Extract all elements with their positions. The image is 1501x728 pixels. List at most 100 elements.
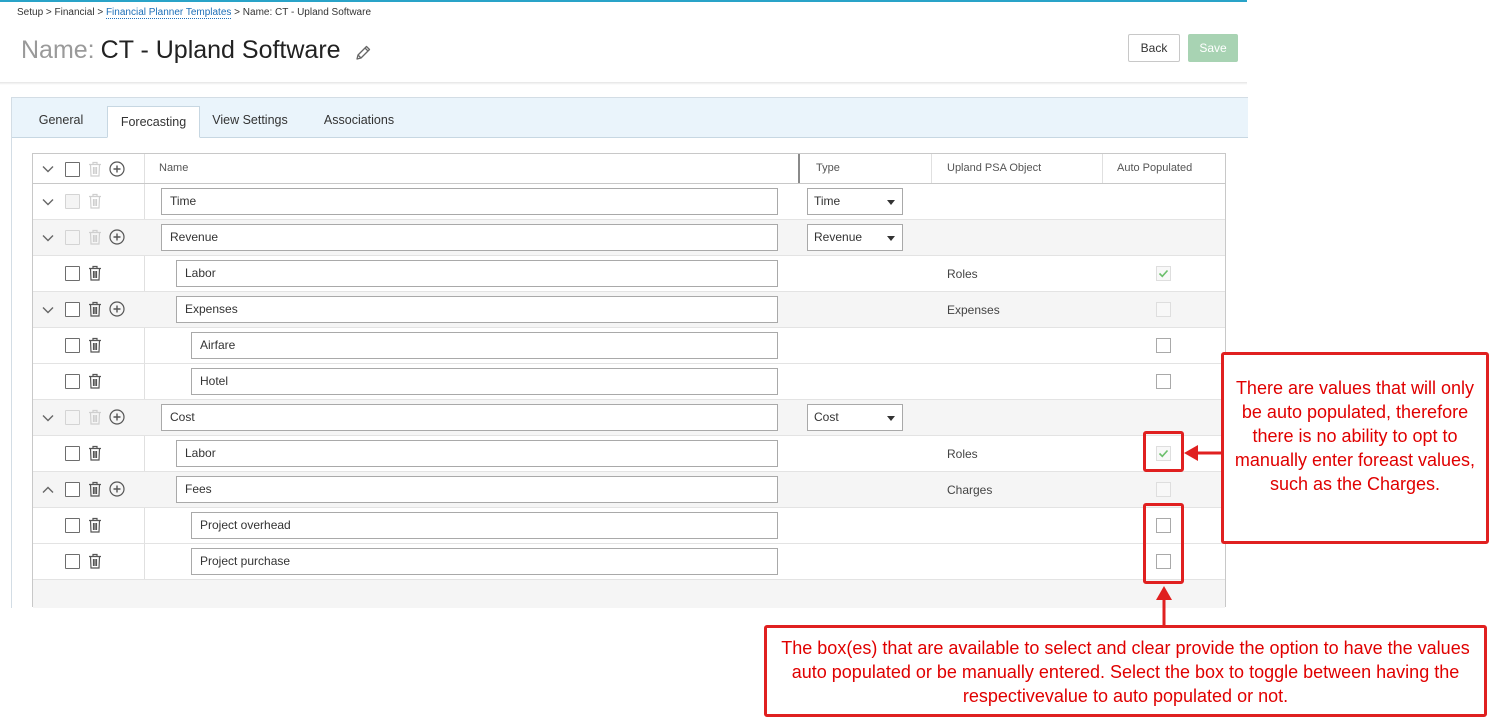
tab-view-settings[interactable]: View Settings [202,98,298,137]
type-select-value: Cost [814,410,839,424]
row-checkbox[interactable] [65,446,80,461]
row-checkbox[interactable] [65,554,80,569]
tab-associations[interactable]: Associations [312,98,406,137]
title-label: Name: [21,36,95,64]
auto-populated-checkbox[interactable] [1156,374,1171,389]
header-divider [0,82,1247,85]
select-all-checkbox[interactable] [65,162,80,177]
auto-populated-checkbox [1156,302,1171,317]
breadcrumb-setup-financial: Setup > Financial > [17,7,106,18]
row-checkbox [65,230,80,245]
plus-circle-icon[interactable] [109,301,125,317]
breadcrumb-link-templates[interactable]: Financial Planner Templates [105,7,232,19]
type-select[interactable]: Time [807,188,903,215]
row-name-input[interactable]: Cost [161,404,778,431]
trash-icon [89,409,101,425]
row-checkbox [65,410,80,425]
chevron-down-icon[interactable] [41,195,55,209]
trash-icon[interactable] [88,337,102,353]
breadcrumb-current: > Name: CT - Upland Software [231,7,372,18]
psa-object: Expenses [947,303,1000,317]
arrow-up-icon [1156,586,1172,628]
plus-circle-icon[interactable] [109,481,125,497]
row-name-input[interactable]: Revenue [161,224,778,251]
column-header-auto: Auto Populated [1117,162,1193,174]
type-select-value: Time [814,194,841,208]
chevron-down-icon[interactable] [41,303,55,317]
column-resize-handle[interactable] [798,154,800,183]
auto-populated-checkbox [1156,266,1171,281]
row-checkbox[interactable] [65,302,80,317]
pencil-icon[interactable] [354,44,372,62]
page-title: Name: CT - Upland Software [21,36,341,65]
chevron-down-icon[interactable] [41,162,55,176]
caret-down-icon [887,200,895,205]
tab-forecasting[interactable]: Forecasting [107,106,200,138]
row-name-input[interactable]: Project overhead [191,512,778,539]
back-button[interactable]: Back [1128,34,1180,62]
trash-icon[interactable] [88,301,102,317]
table-row: Project purchase [33,544,1225,580]
save-button[interactable]: Save [1188,34,1238,62]
row-name-input[interactable]: Expenses [176,296,778,323]
caret-down-icon [887,416,895,421]
row-name-input[interactable]: Hotel [191,368,778,395]
highlight-box-checked [1143,431,1184,472]
row-name-input[interactable]: Time [161,188,778,215]
table-row: Fees Charges [33,472,1225,508]
chevron-down-icon[interactable] [41,231,55,245]
annotation-callout-bottom: The box(es) that are available to select… [764,625,1487,717]
column-header-object: Upland PSA Object [947,162,1042,174]
table-row: Hotel [33,364,1225,400]
checkmark-icon [1158,269,1169,278]
tab-general[interactable]: General [26,98,96,137]
psa-object: Charges [947,483,993,497]
row-checkbox[interactable] [65,374,80,389]
row-name-input[interactable]: Airfare [191,332,778,359]
plus-circle-icon[interactable] [109,409,125,425]
row-checkbox[interactable] [65,266,80,281]
plus-circle-icon[interactable] [109,229,125,245]
column-header-name: Name [159,162,189,174]
row-checkbox[interactable] [65,338,80,353]
table-row: Project overhead [33,508,1225,544]
chevron-up-icon[interactable] [41,483,55,497]
row-name-input[interactable]: Project purchase [191,548,778,575]
trash-icon[interactable] [88,373,102,389]
title-value: CT - Upland Software [100,36,341,64]
table-row: Time Time [33,184,1225,220]
table-row: Cost Cost [33,400,1225,436]
psa-object: Roles [947,267,978,281]
row-checkbox[interactable] [65,518,80,533]
chevron-down-icon[interactable] [41,411,55,425]
auto-populated-checkbox [1156,482,1171,497]
column-separator [1102,154,1103,183]
table-row: Labor Roles [33,256,1225,292]
row-checkbox [65,194,80,209]
trash-icon[interactable] [88,553,102,569]
highlight-box-selectable [1143,503,1184,584]
caret-down-icon [887,236,895,241]
type-select[interactable]: Cost [807,404,903,431]
row-checkbox[interactable] [65,482,80,497]
table-row: Labor Roles [33,436,1225,472]
plus-circle-icon[interactable] [109,161,125,177]
row-name-input[interactable]: Labor [176,440,778,467]
trash-icon[interactable] [88,517,102,533]
trash-icon[interactable] [88,445,102,461]
type-select[interactable]: Revenue [807,224,903,251]
arrow-left-icon [1184,445,1226,461]
trash-icon[interactable] [88,481,102,497]
grid-header: Name Type Upland PSA Object Auto Populat… [33,154,1225,184]
row-name-input[interactable]: Labor [176,260,778,287]
trash-icon [89,161,101,177]
trash-icon[interactable] [88,265,102,281]
row-name-input[interactable]: Fees [176,476,778,503]
trash-icon [89,193,101,209]
psa-object: Roles [947,447,978,461]
forecasting-grid: Name Type Upland PSA Object Auto Populat… [32,153,1226,608]
grid-footer [33,580,1225,608]
table-row: Revenue Revenue [33,220,1225,256]
trash-icon [89,229,101,245]
auto-populated-checkbox[interactable] [1156,338,1171,353]
